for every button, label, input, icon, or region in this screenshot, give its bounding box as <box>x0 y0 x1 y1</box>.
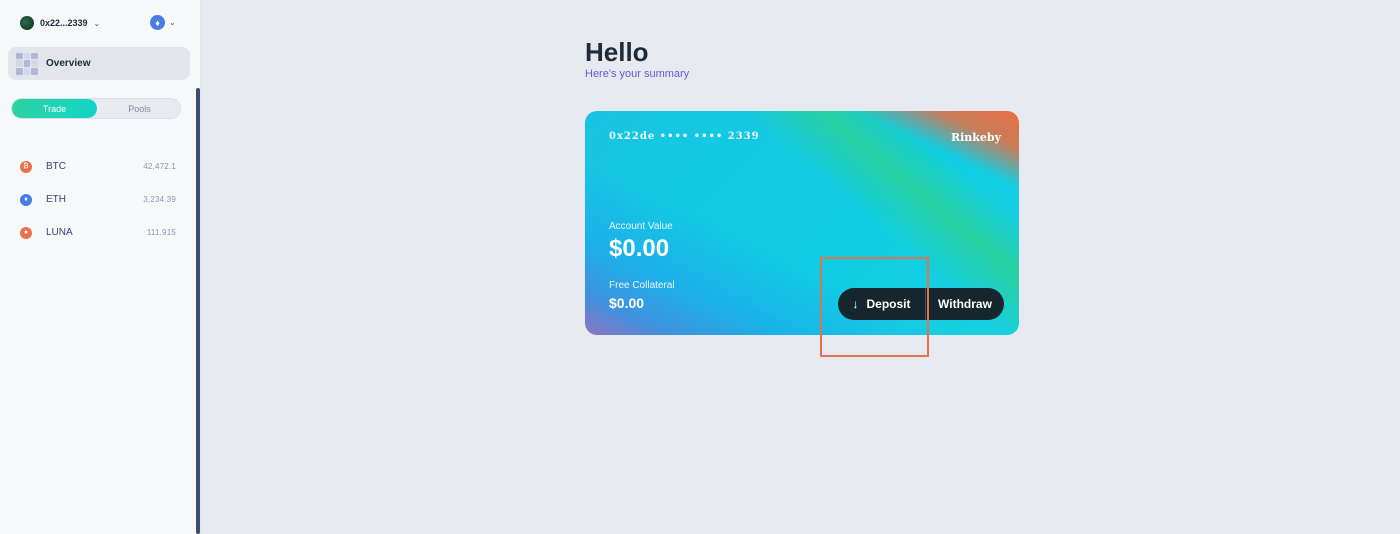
account-avatar <box>20 16 34 30</box>
market-price: 111.915 <box>146 228 176 237</box>
tab-trade[interactable]: Trade <box>12 99 97 118</box>
sidebar-item-label: Overview <box>46 58 91 69</box>
market-list: ₿ BTC 42,472.1 ♦ ETH 3,234.39 ● LUNA 111… <box>20 150 176 249</box>
sidebar: 0x22...2339 ⌄ ♦ ⌄ Overview Trade Pools ₿… <box>0 0 201 534</box>
card-actions: ↓ Deposit Withdraw <box>838 288 1004 320</box>
ethereum-icon: ♦ <box>20 193 32 206</box>
deposit-label: Deposit <box>866 297 911 311</box>
page-title: Hello <box>585 37 649 67</box>
bitcoin-icon: ₿ <box>20 160 32 173</box>
market-item-luna[interactable]: ● LUNA 111.915 <box>20 216 176 249</box>
market-item-btc[interactable]: ₿ BTC 42,472.1 <box>20 150 176 183</box>
market-price: 42,472.1 <box>143 162 176 171</box>
luna-icon: ● <box>20 226 32 239</box>
sidebar-scrollbar[interactable] <box>196 88 200 534</box>
account-value: $0.00 <box>609 235 670 262</box>
account-address: 0x22...2339 <box>40 18 88 28</box>
network-selector[interactable]: ♦ ⌄ <box>150 15 176 30</box>
overview-icon <box>16 52 38 75</box>
market-tabs: Trade Pools <box>11 98 181 119</box>
tab-pools[interactable]: Pools <box>97 99 182 118</box>
chevron-down-icon: ⌄ <box>93 18 101 28</box>
market-symbol: ETH <box>46 194 66 205</box>
arrow-down-icon: ↓ <box>852 297 859 311</box>
deposit-button[interactable]: ↓ Deposit <box>838 288 926 320</box>
card-account-number: 0x22de •••• •••• 2339 <box>609 131 760 142</box>
ethereum-icon: ♦ <box>150 15 165 30</box>
withdraw-button[interactable]: Withdraw <box>926 288 1004 320</box>
account-value-label: Account Value <box>609 221 673 232</box>
market-symbol: BTC <box>46 161 66 172</box>
page-subtitle: Here's your summary <box>585 68 690 80</box>
free-collateral-value: $0.00 <box>609 295 645 311</box>
chevron-down-icon: ⌄ <box>169 18 176 27</box>
sidebar-item-overview[interactable]: Overview <box>8 47 190 80</box>
free-collateral-label: Free Collateral <box>609 280 675 291</box>
account-selector[interactable]: 0x22...2339 ⌄ <box>20 16 100 30</box>
market-symbol: LUNA <box>46 227 73 238</box>
market-price: 3,234.39 <box>143 195 176 204</box>
card-network-label: Rinkeby <box>950 131 1001 144</box>
account-card: 0x22de •••• •••• 2339 Rinkeby Account Va… <box>585 111 1019 335</box>
market-item-eth[interactable]: ♦ ETH 3,234.39 <box>20 183 176 216</box>
